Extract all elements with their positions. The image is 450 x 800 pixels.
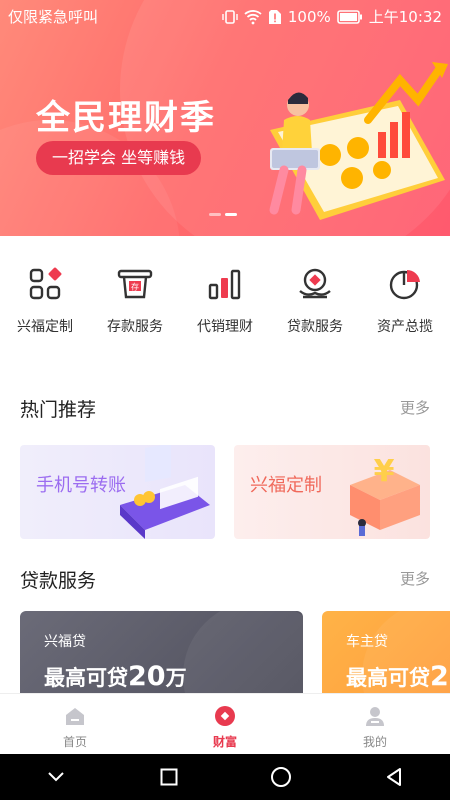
clock: 上午10:32 xyxy=(368,8,442,26)
quick-item-label: 贷款服务 xyxy=(287,319,343,335)
loan-card-amount: 最高可贷2 xyxy=(346,661,449,692)
quick-item-label: 存款服务 xyxy=(107,319,163,335)
loan-hand-icon xyxy=(297,266,333,302)
back-triangle-icon xyxy=(386,768,401,786)
tab-wealth[interactable]: 财富 xyxy=(150,694,300,754)
pagination-dot-active xyxy=(225,213,237,216)
status-bar: 仅限紧急呼叫 100% 上午10:32 xyxy=(0,0,450,32)
home-icon xyxy=(62,703,88,729)
quick-item-deposit[interactable]: 存 存款服务 xyxy=(90,266,180,346)
hot-more-link[interactable]: 更多 xyxy=(400,397,430,418)
loan-section-title: 贷款服务 xyxy=(20,570,97,592)
bar-chart-icon xyxy=(207,266,243,302)
pie-chart-icon xyxy=(387,266,423,302)
quick-item-label: 资产总揽 xyxy=(377,319,433,335)
hot-section-title: 热门推荐 xyxy=(20,399,97,421)
battery-icon xyxy=(336,9,363,24)
chevron-down-icon xyxy=(48,772,64,782)
vibrate-icon xyxy=(222,9,238,25)
promo-banner[interactable]: 仅限紧急呼叫 100% 上午10:32 全民理财季 一招学会 坐等赚钱 xyxy=(0,0,450,236)
system-nav-bar xyxy=(0,754,450,800)
banner-illustration xyxy=(269,62,448,220)
rec-card-custom[interactable]: 兴福定制 ¥ xyxy=(234,445,430,539)
nav-hide-button[interactable] xyxy=(0,754,113,800)
loan-card-name: 车主贷 xyxy=(346,634,388,650)
tab-label: 首页 xyxy=(62,735,87,749)
rec-card-label: 兴福定制 xyxy=(250,475,322,496)
quick-item-loan[interactable]: 贷款服务 xyxy=(270,266,360,346)
pagination-dot xyxy=(209,213,221,216)
quick-menu: 兴福定制 存 存款服务 代销理财 贷款服务 资产总揽 xyxy=(0,266,450,346)
hot-section-header: 热门推荐 更多 xyxy=(20,395,430,425)
tab-profile[interactable]: 我的 xyxy=(300,694,450,754)
loan-more-link[interactable]: 更多 xyxy=(400,568,430,589)
quick-item-wealth[interactable]: 代销理财 xyxy=(180,266,270,346)
apps-grid-icon xyxy=(27,266,63,302)
tab-home[interactable]: 首页 xyxy=(0,694,150,754)
wifi-icon xyxy=(244,9,262,25)
nav-recents-button[interactable] xyxy=(113,754,226,800)
loan-amount-prefix: 最高可贷 xyxy=(346,666,430,690)
loan-amount-value: 20 xyxy=(128,661,166,692)
profile-icon xyxy=(362,703,388,729)
deposit-icon: 存 xyxy=(117,266,153,302)
quick-item-label: 代销理财 xyxy=(197,319,253,335)
carrier-text: 仅限紧急呼叫 xyxy=(8,8,99,26)
quick-item-assets[interactable]: 资产总揽 xyxy=(360,266,450,346)
square-icon xyxy=(160,768,178,786)
tab-label: 财富 xyxy=(212,735,237,749)
circle-icon xyxy=(271,767,292,787)
nav-home-button[interactable] xyxy=(225,754,338,800)
yuan-stack-illustration: ¥ xyxy=(350,454,420,536)
loan-card-name: 兴福贷 xyxy=(44,634,86,650)
loan-amount-value: 2 xyxy=(430,661,449,692)
rec-card-phone-transfer[interactable]: 手机号转账 xyxy=(20,445,215,539)
status-icons: 100% 上午10:32 xyxy=(222,6,442,27)
tab-label: 我的 xyxy=(362,735,387,749)
banner-subtitle-pill[interactable]: 一招学会 坐等赚钱 xyxy=(36,141,202,175)
sim-alert-icon xyxy=(268,9,282,25)
wealth-icon xyxy=(212,703,238,729)
quick-item-label: 兴福定制 xyxy=(17,319,73,335)
banner-pagination xyxy=(209,213,237,216)
loan-amount-unit: 万 xyxy=(165,666,187,690)
loan-section-header: 贷款服务 更多 xyxy=(20,566,430,596)
loan-amount-prefix: 最高可贷 xyxy=(44,666,128,690)
printer-illustration xyxy=(120,445,210,539)
svg-text:¥: ¥ xyxy=(374,454,395,489)
bottom-tab-bar: 首页 财富 我的 xyxy=(0,693,450,754)
banner-title: 全民理财季 xyxy=(36,98,216,138)
nav-back-button[interactable] xyxy=(338,754,450,800)
loan-card-amount: 最高可贷20万 xyxy=(44,661,187,692)
app-screen: 仅限紧急呼叫 100% 上午10:32 全民理财季 一招学会 坐等赚钱 兴福定制… xyxy=(0,0,450,800)
battery-percent: 100% xyxy=(287,7,331,26)
quick-item-custom[interactable]: 兴福定制 xyxy=(0,266,90,346)
svg-text:存: 存 xyxy=(131,282,139,292)
